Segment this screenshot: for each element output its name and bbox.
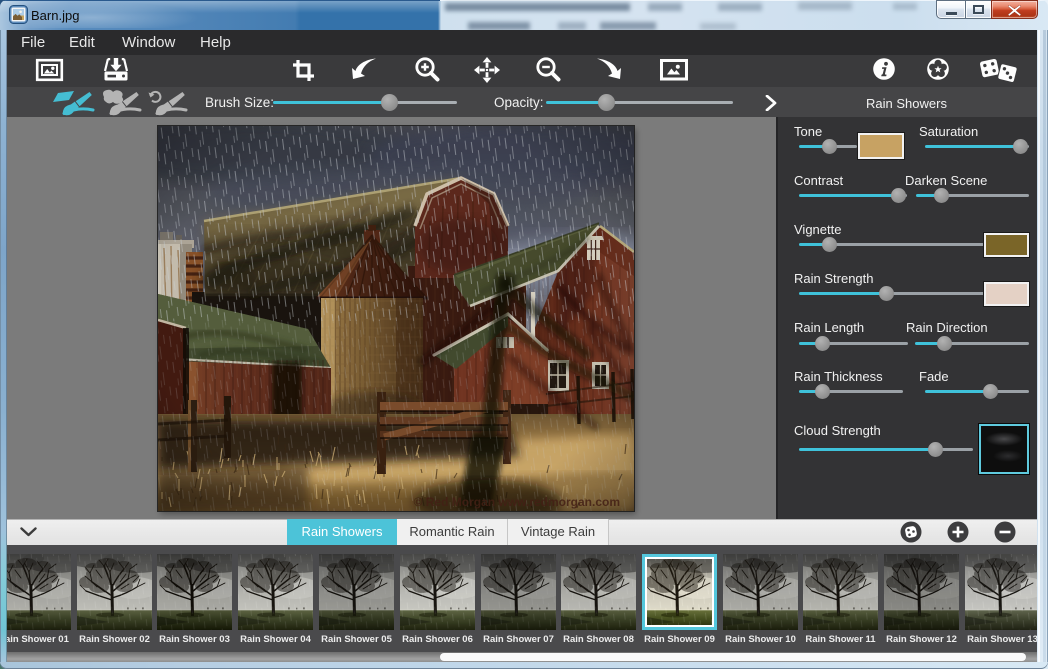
- svg-text:© Red Morgan www.redmorgan.co: © Red Morgan www.redmorgan.com: [414, 495, 620, 509]
